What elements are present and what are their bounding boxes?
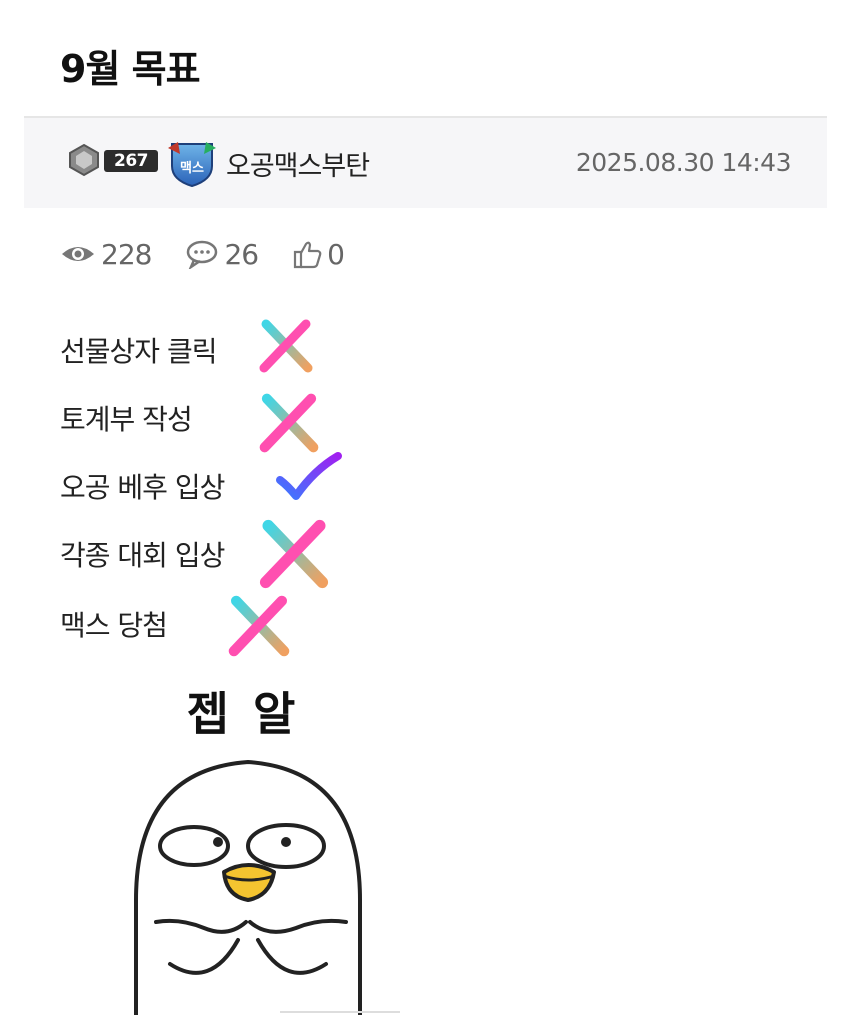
- goal-text: 맥스 당첨: [60, 609, 168, 642]
- goal-text: 각종 대회 입상: [60, 539, 225, 572]
- thumbs-up-icon[interactable]: [292, 239, 322, 269]
- comments-count: 26: [224, 237, 259, 271]
- views-stat: 228: [60, 237, 152, 271]
- comment-icon: [187, 240, 218, 269]
- goal-item: 맥스 당첨: [60, 594, 168, 654]
- author-name[interactable]: 오공맥스부탄: [226, 144, 370, 183]
- goal-item: 각종 대회 입상: [60, 524, 225, 584]
- x-mark-icon: [259, 319, 313, 373]
- level-gem-icon: [69, 143, 99, 177]
- post-page: 9월 목표 267 맥스 오공맥스부탄 2025.08.30 14:43 228…: [0, 0, 850, 1015]
- eye-icon: [62, 247, 94, 261]
- comments-stat[interactable]: 26: [185, 237, 259, 271]
- goal-item: 선물상자 클릭: [60, 320, 217, 380]
- post-date: 2025.08.30 14:43: [575, 148, 792, 177]
- views-count: 228: [101, 237, 152, 271]
- x-mark-icon: [228, 595, 290, 657]
- penguin-sticker: 젭 알: [120, 670, 420, 1015]
- goal-item: 오공 베후 입상: [60, 456, 225, 516]
- grade-emblem-icon: 맥스: [168, 142, 216, 188]
- goal-text: 선물상자 클릭: [60, 335, 217, 368]
- check-mark-icon: [276, 452, 342, 500]
- goal-text: 오공 베후 입상: [60, 471, 225, 504]
- goal-text: 토계부 작성: [60, 403, 193, 436]
- grade-emblem-text: 맥스: [180, 160, 204, 176]
- author-bar: 267 맥스 오공맥스부탄 2025.08.30 14:43: [24, 118, 827, 208]
- post-stats: 228 26 0: [60, 234, 378, 274]
- likes-stat[interactable]: 0: [292, 237, 345, 271]
- goal-item: 토계부 작성: [60, 388, 193, 448]
- sticker-caption: 젭 알: [186, 687, 300, 741]
- post-title: 9월 목표: [60, 47, 201, 91]
- x-mark-icon: [259, 393, 319, 453]
- likes-count: 0: [327, 237, 345, 271]
- level-badge: 267: [66, 143, 158, 177]
- level-number: 267: [104, 150, 158, 172]
- penguin-face-icon: [134, 759, 400, 1015]
- x-mark-icon: [259, 519, 329, 589]
